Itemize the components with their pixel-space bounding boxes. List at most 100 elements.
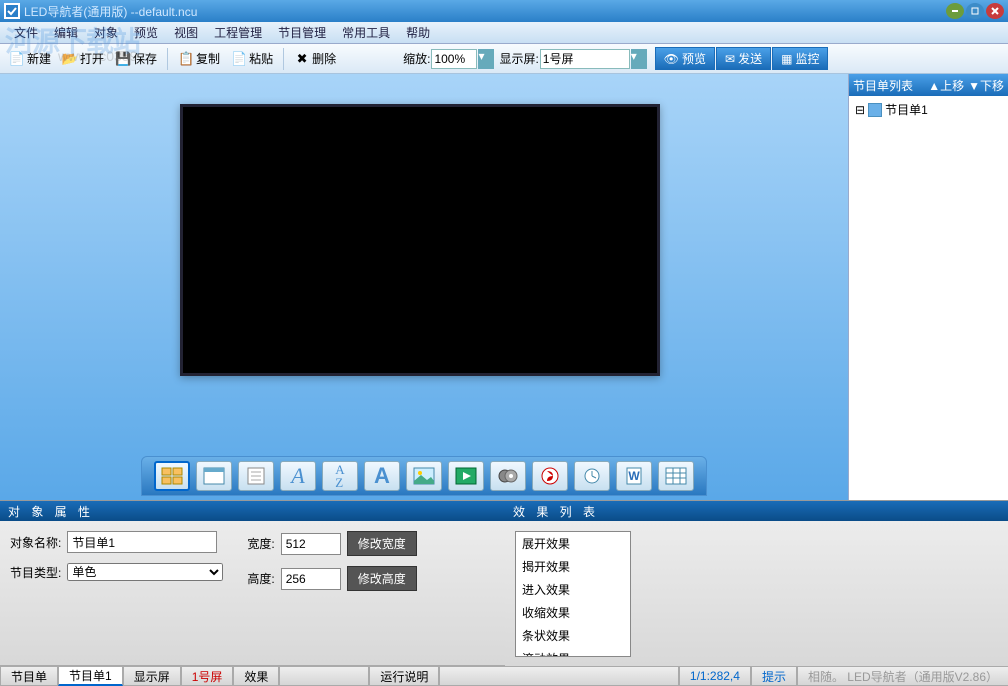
name-label: 对象名称: — [10, 534, 61, 551]
status-trail: 相随。 LED导航者（通用版V2.86） — [797, 666, 1008, 686]
maximize-button[interactable] — [966, 3, 984, 19]
delete-button[interactable]: ✖删除 — [289, 47, 341, 70]
status-tab-screen1[interactable]: 1号屏 — [181, 666, 234, 686]
status-tab-display[interactable]: 显示屏 — [123, 666, 181, 686]
effect-item[interactable]: 揭开效果 — [516, 555, 630, 578]
dropdown-icon[interactable]: ▾ — [631, 49, 647, 69]
status-position: 1/1:282,4 — [679, 666, 751, 686]
minimize-button[interactable] — [946, 3, 964, 19]
status-run-label: 运行说明 — [369, 666, 439, 686]
modify-height-button[interactable]: 修改高度 — [347, 566, 417, 591]
menu-view[interactable]: 视图 — [166, 22, 206, 43]
object-name-input[interactable] — [67, 531, 217, 553]
save-icon: 💾 — [115, 51, 131, 67]
copy-icon: 📋 — [178, 51, 194, 67]
paste-icon: 📄 — [231, 51, 247, 67]
properties-area: 对 象 属 性 对象名称: 节目类型: 单色 宽度: 修改宽度 — [0, 500, 1008, 665]
dock-flash-icon[interactable] — [532, 461, 568, 491]
object-dock: A AZ A W — [141, 456, 707, 496]
status-tab-program1[interactable]: 节目单1 — [58, 666, 123, 686]
preview-button[interactable]: 👁预览 — [655, 47, 715, 70]
menu-help[interactable]: 帮助 — [398, 22, 438, 43]
dropdown-icon[interactable]: ▾ — [478, 49, 494, 69]
display-select[interactable] — [540, 49, 630, 69]
program-list-header: 节目单列表 ▲上移 ▼下移 — [849, 74, 1008, 96]
menu-tools[interactable]: 常用工具 — [334, 22, 398, 43]
height-label: 高度: — [247, 570, 274, 587]
status-tab-effect[interactable]: 效果 — [233, 666, 279, 686]
move-down-button[interactable]: ▼下移 — [968, 77, 1004, 94]
move-up-button[interactable]: ▲上移 — [928, 77, 964, 94]
dock-window-icon[interactable] — [196, 461, 232, 491]
preview-icon: 👁 — [664, 52, 679, 66]
program-icon — [868, 103, 882, 117]
display-label: 显示屏: — [499, 50, 538, 67]
effect-item[interactable]: 条状效果 — [516, 624, 630, 647]
effect-item[interactable]: 收缩效果 — [516, 601, 630, 624]
menu-program[interactable]: 节目管理 — [270, 22, 334, 43]
effect-item[interactable]: 展开效果 — [516, 532, 630, 555]
svg-text:W: W — [628, 469, 640, 483]
delete-icon: ✖ — [294, 51, 310, 67]
effects-listbox[interactable]: 展开效果 揭开效果 进入效果 收缩效果 条状效果 滚动效果 — [515, 531, 631, 657]
dock-clock-icon[interactable] — [574, 461, 610, 491]
status-tab-program[interactable]: 节目单 — [0, 666, 58, 686]
menu-edit[interactable]: 编辑 — [46, 22, 86, 43]
toolbar: 📄新建 📂打开 💾保存 📋复制 📄粘贴 ✖删除 缩放: ▾ 显示屏: ▾ 👁预览… — [0, 44, 1008, 74]
status-effect-value — [279, 666, 369, 686]
program-list-panel: 节目单列表 ▲上移 ▼下移 ⊟ 节目单1 — [848, 74, 1008, 500]
window-title: LED导航者(通用版) --default.ncu — [24, 3, 946, 20]
dock-image-icon[interactable] — [406, 461, 442, 491]
zoom-label: 缩放: — [403, 50, 430, 67]
dock-media-icon[interactable] — [490, 461, 526, 491]
dock-panel-icon[interactable] — [154, 461, 190, 491]
dock-table-icon[interactable] — [658, 461, 694, 491]
tree-item[interactable]: ⊟ 节目单1 — [853, 100, 1004, 119]
canvas-area[interactable]: A AZ A W — [0, 74, 848, 500]
dock-doc-icon[interactable]: W — [616, 461, 652, 491]
open-button[interactable]: 📂打开 — [57, 47, 109, 70]
object-props-header: 对 象 属 性 — [0, 501, 505, 521]
open-icon: 📂 — [62, 51, 78, 67]
effect-item[interactable]: 进入效果 — [516, 578, 630, 601]
height-input[interactable] — [281, 568, 341, 590]
paste-button[interactable]: 📄粘贴 — [226, 47, 278, 70]
new-icon: 📄 — [9, 51, 25, 67]
program-type-select[interactable]: 单色 — [67, 563, 223, 581]
menu-preview[interactable]: 预览 — [126, 22, 166, 43]
type-label: 节目类型: — [10, 564, 61, 581]
object-properties-panel: 对 象 属 性 对象名称: 节目类型: 单色 宽度: 修改宽度 — [0, 501, 505, 665]
menubar: 文件 编辑 对象 预览 视图 工程管理 节目管理 常用工具 帮助 — [0, 22, 1008, 44]
led-preview-screen[interactable] — [180, 104, 660, 376]
app-icon — [4, 3, 20, 19]
copy-button[interactable]: 📋复制 — [173, 47, 225, 70]
send-button[interactable]: ✉发送 — [716, 47, 771, 70]
dock-page-icon[interactable] — [238, 461, 274, 491]
status-tip: 提示 — [751, 666, 797, 686]
close-button[interactable] — [986, 3, 1004, 19]
monitor-icon: ▦ — [781, 52, 792, 66]
dock-font-a-icon[interactable]: A — [280, 461, 316, 491]
new-button[interactable]: 📄新建 — [4, 47, 56, 70]
effects-panel: 效 果 列 表 展开效果 揭开效果 进入效果 收缩效果 条状效果 滚动效果 — [505, 501, 1008, 665]
monitor-button[interactable]: ▦监控 — [772, 47, 828, 70]
modify-width-button[interactable]: 修改宽度 — [347, 531, 417, 556]
statusbar: 节目单 节目单1 显示屏 1号屏 效果 运行说明 1/1:282,4 提示 相随… — [0, 665, 1008, 686]
width-label: 宽度: — [247, 535, 274, 552]
program-tree[interactable]: ⊟ 节目单1 — [849, 96, 1008, 123]
menu-file[interactable]: 文件 — [6, 22, 46, 43]
width-input[interactable] — [281, 533, 341, 555]
workspace: A AZ A W 节目单列表 ▲上移 ▼下移 ⊟ 节目单1 — [0, 74, 1008, 500]
effects-header: 效 果 列 表 — [505, 501, 1008, 521]
expand-icon[interactable]: ⊟ — [855, 103, 865, 117]
dock-text-a-icon[interactable]: A — [364, 461, 400, 491]
zoom-input[interactable] — [431, 49, 477, 69]
menu-project[interactable]: 工程管理 — [206, 22, 270, 43]
dock-az-icon[interactable]: AZ — [322, 461, 358, 491]
send-icon: ✉ — [725, 52, 735, 66]
menu-object[interactable]: 对象 — [86, 22, 126, 43]
effect-item[interactable]: 滚动效果 — [516, 647, 630, 657]
save-button[interactable]: 💾保存 — [110, 47, 162, 70]
status-run-value — [439, 666, 678, 686]
dock-video-icon[interactable] — [448, 461, 484, 491]
